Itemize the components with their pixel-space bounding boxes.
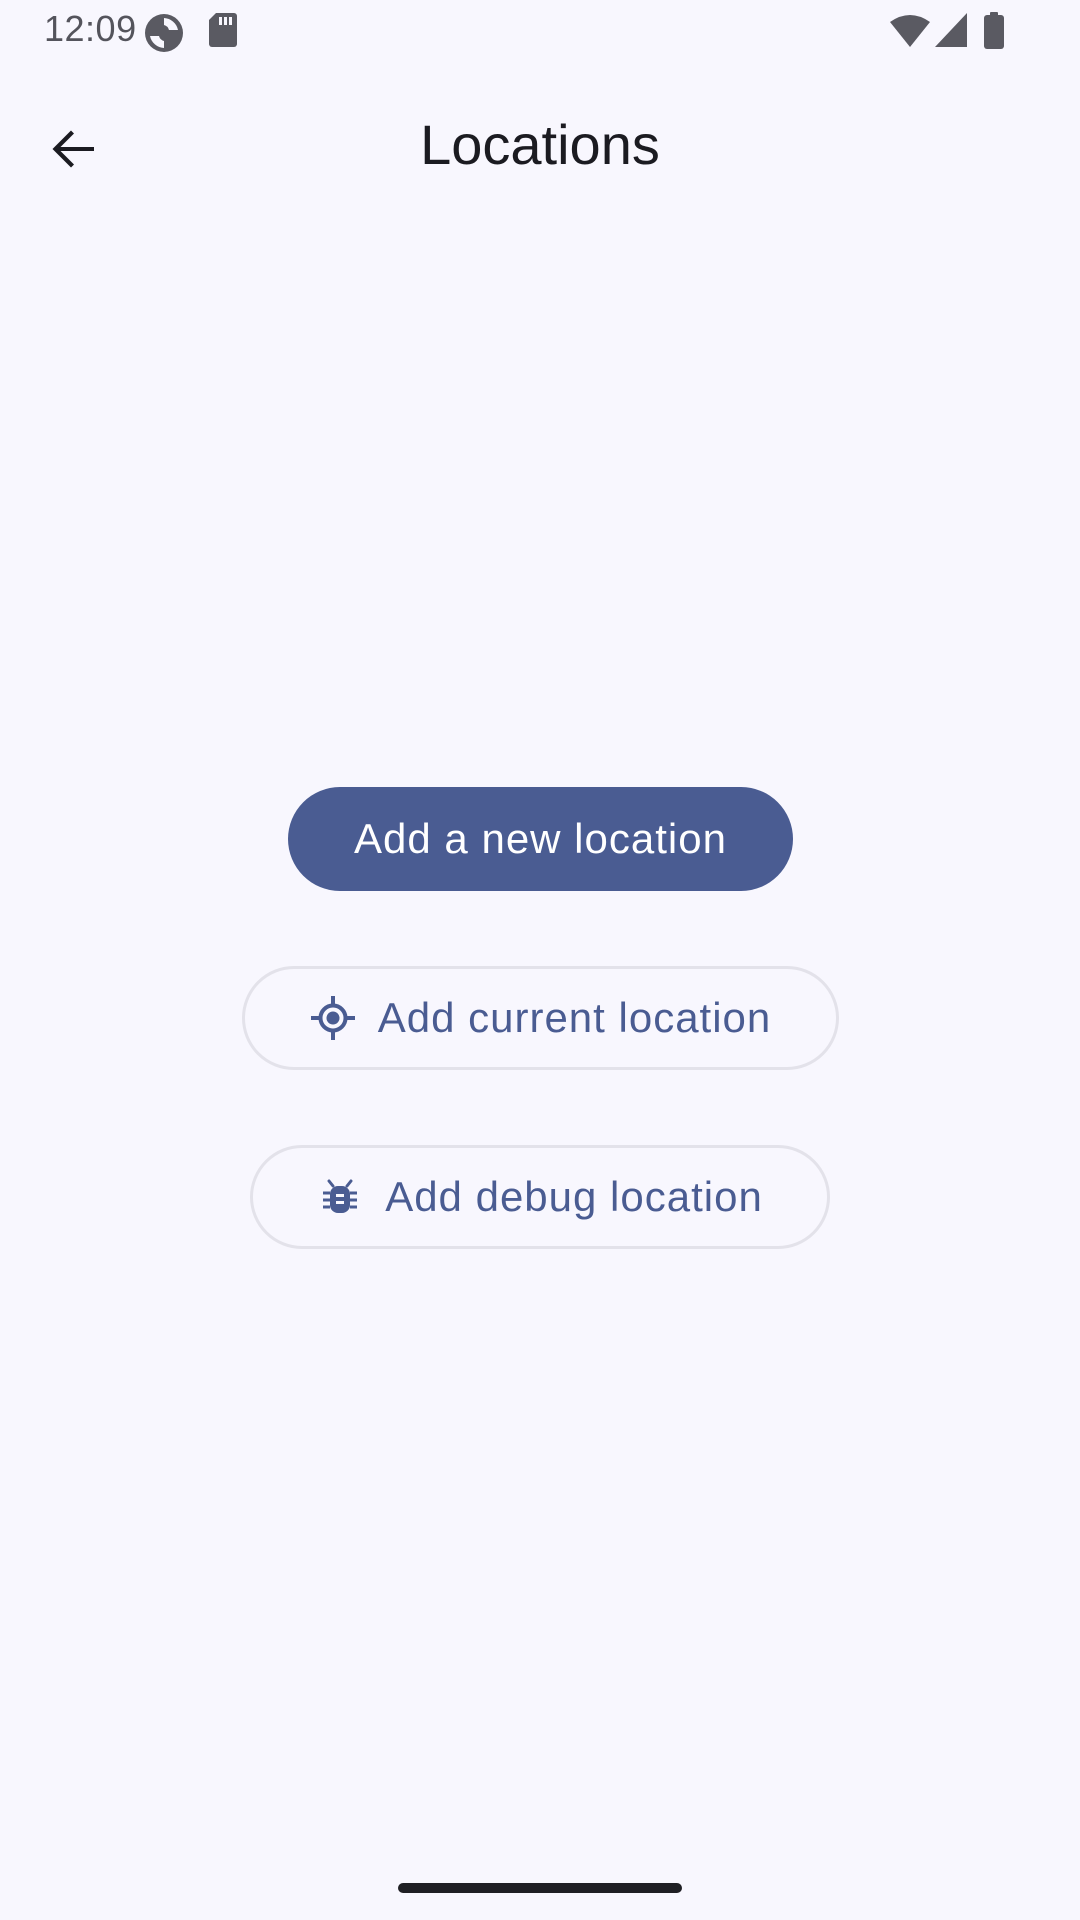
my-location-icon [310,995,356,1041]
add-new-location-label: Add a new location [354,815,727,862]
status-time: 12:09 [44,8,137,49]
wifi-icon [888,14,932,53]
gesture-nav-handle[interactable] [398,1883,682,1893]
bug-icon [317,1174,363,1220]
sync-icon [143,12,185,59]
cell-signal-icon [934,12,968,53]
add-debug-location-button[interactable]: Add debug location [250,1145,830,1249]
top-app-bar: Locations [0,80,1080,214]
add-current-location-button[interactable]: Add current location [242,966,839,1070]
sd-card-icon [208,12,238,53]
add-new-location-button[interactable]: Add a new location [288,787,793,891]
locations-screen: 12:09 Locations Add a new location Add c… [0,0,1080,1920]
add-current-location-label: Add current location [377,994,772,1041]
status-bar: 12:09 [0,0,1080,62]
battery-icon [983,12,1005,55]
page-title: Locations [420,113,660,176]
add-debug-location-label: Add debug location [385,1173,763,1220]
